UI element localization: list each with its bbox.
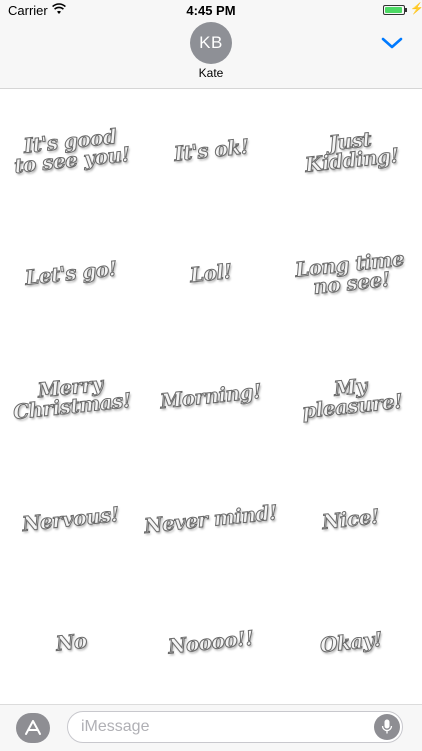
sticker-grid: It's good to see you! It's ok! Just Kiddin…	[0, 89, 422, 704]
status-bar: Carrier 4:45 PM ⚡	[0, 0, 422, 22]
microphone-button[interactable]	[374, 714, 400, 740]
sticker-text: My pleasure!	[300, 372, 404, 423]
sticker-item[interactable]: Never mind!	[141, 458, 281, 581]
sticker-text: Okay!	[318, 626, 384, 658]
sticker-text: It's ok!	[172, 134, 250, 167]
contact-name[interactable]: Kate	[0, 66, 422, 80]
compose-bar	[0, 704, 422, 751]
sticker-item[interactable]: It's ok!	[141, 89, 281, 212]
battery-icon	[383, 5, 405, 15]
sticker-item[interactable]: Long time no see!	[281, 212, 421, 335]
sticker-item[interactable]: My pleasure!	[281, 335, 421, 458]
charging-bolt-icon: ⚡	[410, 3, 422, 15]
app-store-button[interactable]	[16, 713, 50, 743]
sticker-item[interactable]: Morning!	[141, 335, 281, 458]
message-input[interactable]	[67, 711, 403, 743]
sticker-item[interactable]: Merry Christmas!	[1, 335, 141, 458]
avatar-initials: KB	[199, 33, 223, 52]
sticker-text: Noooo!!	[167, 625, 256, 659]
sticker-item[interactable]: Nervous!	[1, 458, 141, 581]
sticker-item[interactable]: Lol!	[141, 212, 281, 335]
sticker-text: It's good to see you!	[13, 123, 132, 178]
sticker-text: Lol!	[188, 258, 233, 288]
sticker-item[interactable]: Nice!	[281, 458, 421, 581]
battery-level	[385, 7, 402, 13]
contact-avatar[interactable]: KB	[190, 22, 232, 64]
status-time: 4:45 PM	[186, 3, 236, 18]
sticker-text: Morning!	[159, 378, 263, 414]
sticker-item[interactable]: Just Kidding!	[281, 89, 421, 212]
sticker-item[interactable]: Okay!	[281, 581, 421, 704]
sticker-item[interactable]: Let's go!	[1, 212, 141, 335]
chevron-down-icon[interactable]	[381, 36, 403, 50]
sticker-text: Long time no see!	[294, 245, 406, 299]
microphone-icon	[381, 719, 393, 734]
sticker-text: No	[54, 628, 88, 656]
sticker-text: Nervous!	[21, 501, 121, 537]
battery-tip	[405, 8, 407, 12]
sticker-text: Never mind!	[143, 500, 279, 539]
sticker-text: Just Kidding!	[304, 126, 401, 177]
sticker-item[interactable]: No	[1, 581, 141, 704]
sticker-item[interactable]: It's good to see you!	[1, 89, 141, 212]
sticker-text: Let's go!	[23, 256, 118, 290]
messages-header: Carrier 4:45 PM ⚡ KB Kate	[0, 0, 422, 89]
sticker-text: Merry Christmas!	[11, 371, 132, 424]
sticker-text: Nice!	[321, 504, 381, 535]
app-store-icon	[25, 720, 41, 735]
sticker-item[interactable]: Noooo!!	[141, 581, 281, 704]
